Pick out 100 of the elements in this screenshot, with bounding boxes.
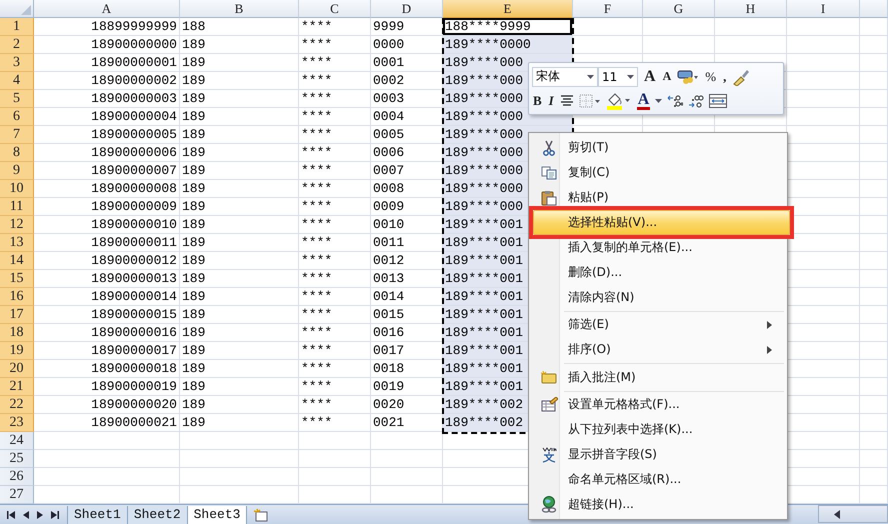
column-header[interactable]: E	[443, 0, 573, 18]
row-header[interactable]: 10	[0, 180, 34, 198]
percent-button[interactable]: %	[704, 68, 718, 85]
menu-item[interactable]: 选择性粘贴(V)...	[533, 210, 790, 235]
horizontal-scrollbar[interactable]	[818, 505, 888, 523]
row-header[interactable]: 1	[0, 18, 34, 36]
row-header[interactable]: 26	[0, 468, 34, 486]
empty-cell	[860, 324, 888, 342]
row-header[interactable]: 20	[0, 360, 34, 378]
table-cell: 189	[180, 252, 299, 270]
sheet-tab[interactable]: Sheet1	[67, 506, 128, 524]
table-cell: ****	[299, 18, 371, 36]
row-header[interactable]: 27	[0, 486, 34, 504]
row-header[interactable]: 11	[0, 198, 34, 216]
menu-item[interactable]: 超链接(H)...	[533, 492, 783, 517]
column-header[interactable]: A	[34, 0, 180, 18]
column-header[interactable]: I	[787, 0, 860, 18]
table-cell: 18900000008	[34, 180, 180, 198]
table-cell: 18900000015	[34, 306, 180, 324]
table-cell: 0018	[371, 360, 443, 378]
column-header[interactable]: F	[573, 0, 643, 18]
money-icon[interactable]	[677, 68, 700, 85]
empty-cell	[573, 18, 643, 36]
column-header[interactable]: C	[299, 0, 371, 18]
fill-color-icon[interactable]	[606, 92, 632, 110]
format-painter-icon[interactable]	[732, 68, 750, 86]
borders-icon[interactable]	[578, 94, 601, 108]
next-sheet-icon[interactable]	[36, 510, 44, 520]
table-cell: 0016	[371, 324, 443, 342]
row-header[interactable]: 7	[0, 126, 34, 144]
last-sheet-icon[interactable]	[50, 510, 60, 520]
row-header[interactable]: 22	[0, 396, 34, 414]
table-cell: 0011	[371, 234, 443, 252]
decrease-decimal-icon[interactable]	[688, 94, 704, 108]
empty-cell	[860, 450, 888, 468]
grow-font-button[interactable]: A	[643, 68, 657, 86]
column-header[interactable]: H	[715, 0, 787, 18]
row-header[interactable]: 3	[0, 54, 34, 72]
row-header[interactable]: 19	[0, 342, 34, 360]
row-header[interactable]: 14	[0, 252, 34, 270]
first-sheet-icon[interactable]	[6, 510, 16, 520]
row-header[interactable]: 24	[0, 432, 34, 450]
row-header[interactable]: 17	[0, 306, 34, 324]
row-header[interactable]: 13	[0, 234, 34, 252]
note-icon	[541, 370, 557, 384]
merge-center-icon[interactable]	[709, 94, 728, 108]
table-cell: 189	[180, 396, 299, 414]
font-name-field[interactable]: 宋体	[532, 66, 598, 87]
table-cell: 189	[180, 144, 299, 162]
row-header[interactable]: 9	[0, 162, 34, 180]
empty-cell	[860, 270, 888, 288]
row-header[interactable]: 6	[0, 108, 34, 126]
comma-button[interactable]: ,	[722, 68, 728, 85]
table-cell: ****	[299, 216, 371, 234]
dropdown-arrow-icon[interactable]	[627, 74, 634, 79]
center-align-icon[interactable]	[560, 95, 574, 108]
empty-cell	[860, 126, 888, 144]
table-cell: 189	[180, 324, 299, 342]
font-color-button[interactable]: A	[636, 92, 650, 110]
menu-item[interactable]: 显示拼音字段(S)	[533, 442, 783, 467]
row-header[interactable]: 21	[0, 378, 34, 396]
table-cell: 18900000018	[34, 360, 180, 378]
scroll-left-icon[interactable]	[833, 510, 841, 518]
font-size-field[interactable]: 11	[598, 66, 638, 87]
row-header[interactable]: 25	[0, 450, 34, 468]
insert-sheet-icon[interactable]	[253, 508, 270, 522]
dropdown-arrow-icon[interactable]	[587, 74, 594, 79]
increase-decimal-icon[interactable]	[667, 94, 684, 108]
row-header[interactable]: 16	[0, 288, 34, 306]
dropdown-arrow-icon[interactable]	[655, 99, 662, 104]
empty-cell	[860, 234, 888, 252]
row-header[interactable]: 15	[0, 270, 34, 288]
bold-button[interactable]: B	[532, 93, 543, 110]
row-header[interactable]: 12	[0, 216, 34, 234]
row-header[interactable]: 8	[0, 144, 34, 162]
table-cell: 18900000010	[34, 216, 180, 234]
column-header[interactable]: D	[371, 0, 443, 18]
table-cell: 189	[180, 270, 299, 288]
row-header[interactable]: 18	[0, 324, 34, 342]
shrink-font-button[interactable]: A	[662, 69, 672, 84]
column-header[interactable]: G	[643, 0, 715, 18]
italic-button[interactable]: I	[548, 93, 555, 110]
row-header[interactable]: 4	[0, 72, 34, 90]
row-header[interactable]: 2	[0, 36, 34, 54]
empty-cell	[860, 288, 888, 306]
table-cell: ****	[299, 414, 371, 432]
column-header[interactable]: B	[180, 0, 299, 18]
sheet-tab[interactable]: Sheet3	[186, 506, 248, 524]
table-cell: ****	[299, 162, 371, 180]
row-header[interactable]: 5	[0, 90, 34, 108]
table-cell: 189	[180, 72, 299, 90]
empty-cell	[860, 414, 888, 432]
table-cell: 189	[180, 234, 299, 252]
table-cell: 18900000017	[34, 342, 180, 360]
submenu-arrow-icon	[767, 346, 772, 354]
sheet-tab[interactable]: Sheet2	[126, 506, 188, 524]
previous-sheet-icon[interactable]	[22, 510, 30, 520]
menu-item[interactable]: 命名单元格区域(R)...	[533, 466, 783, 492]
table-cell: ****	[299, 360, 371, 378]
row-header[interactable]: 23	[0, 414, 34, 432]
